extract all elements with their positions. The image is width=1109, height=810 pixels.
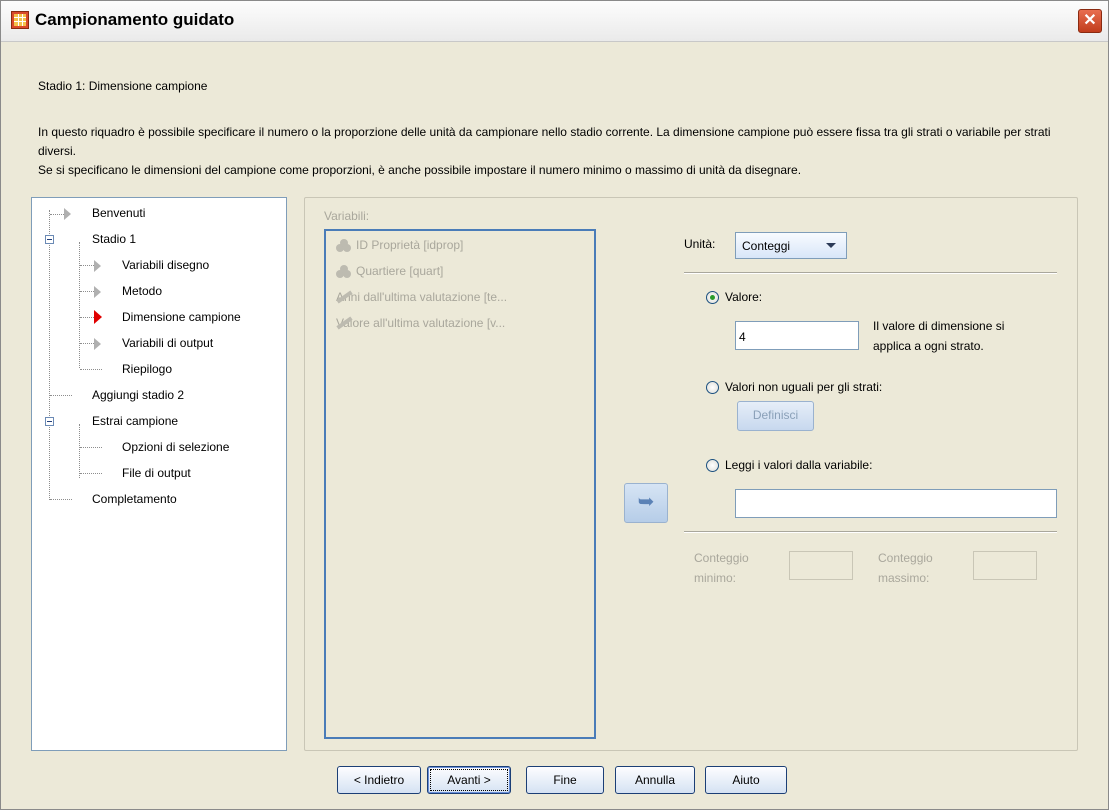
tree-line: [79, 424, 80, 478]
cancel-button[interactable]: Annulla: [615, 766, 695, 794]
nav-pointer-icon: [94, 286, 101, 298]
nav-pointer-icon: [94, 260, 101, 272]
tree-line: [80, 369, 102, 370]
variable-label: Quartiere [quart]: [356, 264, 444, 278]
value-input-text: 4: [739, 330, 746, 344]
help-button[interactable]: Aiuto: [705, 766, 787, 794]
variables-label: Variabili:: [324, 209, 370, 223]
nav-item-variabili-disegno[interactable]: Variabili disegno: [122, 258, 209, 272]
variable-label: ID Proprietà [idprop]: [356, 238, 464, 252]
unequal-values-radio[interactable]: [706, 381, 719, 394]
tree-line: [80, 473, 102, 474]
variable-item[interactable]: Anni dall'ultima valutazione [te...: [336, 290, 507, 304]
description: In questo riquadro è possibile specifica…: [38, 123, 1088, 180]
tree-line: [80, 343, 94, 344]
close-icon[interactable]: ✕: [1078, 9, 1102, 33]
nav-pointer-icon: [94, 338, 101, 350]
tree-line: [50, 395, 72, 396]
dialog-window: Campionamento guidato ✕ Stadio 1: Dimens…: [0, 0, 1109, 810]
variables-list[interactable]: ID Proprietà [idprop] Quartiere [quart] …: [324, 229, 596, 739]
divider: [684, 531, 1057, 533]
scale-icon: [336, 316, 352, 330]
description-line-1: In questo riquadro è possibile specifica…: [38, 125, 1051, 158]
tree-line: [50, 499, 72, 500]
collapse-icon[interactable]: [45, 417, 54, 426]
min-count-input[interactable]: [789, 551, 853, 580]
variable-item[interactable]: Quartiere [quart]: [336, 264, 443, 279]
nav-pointer-icon: [64, 208, 71, 220]
define-button[interactable]: Definisci: [737, 401, 814, 431]
read-from-variable-radio[interactable]: [706, 459, 719, 472]
divider: [684, 272, 1057, 274]
nav-item-variabili-output[interactable]: Variabili di output: [122, 336, 213, 350]
value-note-line-1: Il valore di dimensione si: [873, 319, 1005, 333]
max-count-label-line-1: Conteggio: [878, 551, 933, 565]
tree-line: [80, 317, 94, 318]
nav-item-dimensione-campione[interactable]: Dimensione campione: [122, 310, 241, 324]
value-note-line-2: applica a ogni strato.: [873, 339, 984, 353]
back-button[interactable]: < Indietro: [337, 766, 421, 794]
variable-label: Valore all'ultima valutazione [v...: [336, 316, 506, 330]
nav-active-pointer-icon: [94, 310, 102, 324]
tree-line: [50, 214, 64, 215]
move-variable-button[interactable]: ➥: [624, 483, 668, 523]
tree-line: [49, 210, 50, 500]
nav-item-benvenuti[interactable]: Benvenuti: [92, 206, 145, 220]
title-bar: Campionamento guidato ✕: [1, 1, 1108, 42]
tree-line: [80, 447, 102, 448]
variable-item[interactable]: ID Proprietà [idprop]: [336, 238, 463, 253]
read-variable-input[interactable]: [735, 489, 1057, 518]
app-grid-icon: [11, 11, 29, 29]
min-count-label-line-2: minimo:: [694, 571, 737, 585]
tree-line: [80, 291, 94, 292]
units-select[interactable]: Conteggi: [735, 232, 847, 259]
window-title: Campionamento guidato: [35, 10, 235, 29]
nav-item-aggiungi-stadio-2[interactable]: Aggiungi stadio 2: [92, 388, 184, 402]
variable-item[interactable]: Valore all'ultima valutazione [v...: [336, 316, 505, 330]
max-count-label-line-2: massimo:: [878, 571, 930, 585]
nominal-icon: [336, 238, 352, 253]
tree-line: [79, 242, 80, 368]
units-label: Unità:: [684, 237, 716, 251]
units-selected-value: Conteggi: [742, 239, 791, 253]
description-line-2: Se si specificano le dimensioni del camp…: [38, 163, 802, 177]
value-input[interactable]: 4: [735, 321, 859, 350]
nav-item-opzioni-selezione[interactable]: Opzioni di selezione: [122, 440, 229, 454]
variable-label: Anni dall'ultima valutazione [te...: [336, 290, 508, 304]
value-radio[interactable]: [706, 291, 719, 304]
min-count-label-line-1: Conteggio: [694, 551, 749, 565]
nav-item-file-output[interactable]: File di output: [122, 466, 191, 480]
nav-item-completamento[interactable]: Completamento: [92, 492, 177, 506]
nav-item-riepilogo[interactable]: Riepilogo: [122, 362, 172, 376]
collapse-icon[interactable]: [45, 235, 54, 244]
nav-item-estrai-campione[interactable]: Estrai campione: [92, 414, 178, 428]
nominal-icon: [336, 264, 352, 279]
max-count-input[interactable]: [973, 551, 1037, 580]
nav-item-metodo[interactable]: Metodo: [122, 284, 162, 298]
wizard-nav-tree: Benvenuti Stadio 1 Variabili disegno Met…: [31, 197, 287, 751]
next-button[interactable]: Avanti >: [427, 766, 511, 794]
arrow-right-icon: ➥: [637, 491, 655, 513]
chevron-down-icon: [826, 243, 836, 248]
nav-item-stadio-1[interactable]: Stadio 1: [92, 232, 136, 246]
value-radio-label[interactable]: Valore:: [725, 290, 762, 304]
finish-button[interactable]: Fine: [526, 766, 604, 794]
stage-title: Stadio 1: Dimensione campione: [38, 79, 208, 93]
tree-line: [80, 265, 94, 266]
scale-icon: [336, 290, 352, 304]
unequal-values-label[interactable]: Valori non uguali per gli strati:: [725, 380, 882, 394]
read-from-variable-label[interactable]: Leggi i valori dalla variabile:: [725, 458, 872, 472]
